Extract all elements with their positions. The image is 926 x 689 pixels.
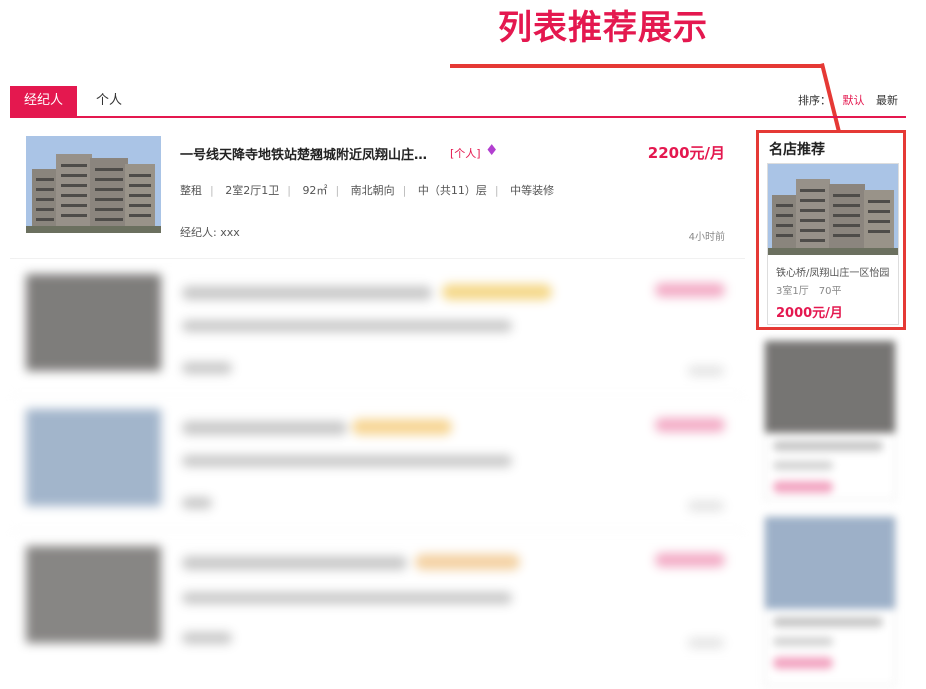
listing-price: 2200元/月 [647, 144, 725, 162]
meta-floor: 中（共11）层 [417, 184, 487, 197]
listing-item-blurred[interactable] [10, 397, 745, 532]
featured-listing-rooms: 3室1厅 [776, 286, 809, 297]
listing-tabs-bar: 经纪人 个人 排序： 默认 最新 [10, 86, 906, 118]
annotation-line [450, 64, 822, 68]
sort-newest[interactable]: 最新 [876, 94, 898, 107]
meta-rent-type: 整租 [180, 184, 202, 197]
tab-agent[interactable]: 经纪人 [10, 86, 78, 116]
page: 列表推荐展示 经纪人 个人 排序： 默认 最新 一号线天降寺地铁站楚翘城附近凤翔… [0, 0, 926, 689]
listing-photo [26, 409, 161, 506]
listing-title[interactable]: 一号线天降寺地铁站楚翘城附近凤翔山庄精装... [180, 144, 440, 163]
featured-listing-card[interactable]: 铁心桥/凤翔山庄一区怡园 3室1厅 70平 2000元/月 [767, 163, 899, 325]
listing-meta: 整租 | 2室2厅1卫 | 92㎡ | 南北朝向 | 中（共11）层 | 中等装修 [180, 184, 555, 197]
annotation-title: 列表推荐展示 [498, 8, 708, 48]
meta-decoration: 中等装修 [510, 184, 555, 197]
featured-listing-price: 2000元/月 [776, 306, 843, 321]
sort-options: 排序： 默认 最新 [798, 86, 898, 116]
listing-photo [26, 546, 161, 643]
listing-photo [26, 274, 161, 371]
meta-layout: 2室2厅1卫 [225, 184, 280, 197]
meta-area: 92㎡ [302, 184, 328, 197]
featured-store-title: 名店推荐 [769, 142, 825, 158]
featured-listing-name[interactable]: 铁心桥/凤翔山庄一区怡园 [776, 264, 896, 279]
featured-listing-info: 3室1厅 70平 [776, 282, 841, 297]
featured-listing-photo[interactable] [768, 164, 898, 255]
featured-store-panel: 名店推荐 铁心桥/凤翔山庄一区怡园 3室1厅 70平 2000元/月 [756, 130, 906, 330]
diamond-icon: ♦ [485, 141, 499, 159]
featured-listing-area: 70平 [818, 286, 842, 297]
featured-listing-card-blurred[interactable] [764, 516, 896, 686]
listing-personal-tag: [个人] [450, 147, 481, 160]
listing-item-blurred[interactable] [10, 262, 745, 397]
listing-item-blurred[interactable] [10, 534, 745, 669]
listing-time: 4小时前 [688, 232, 725, 243]
listing-photo[interactable] [26, 136, 161, 233]
meta-orientation: 南北朝向 [350, 184, 395, 197]
sort-default[interactable]: 默认 [843, 94, 865, 107]
tab-personal[interactable]: 个人 [82, 86, 136, 116]
listing-item[interactable]: 一号线天降寺地铁站楚翘城附近凤翔山庄精装... [个人] ♦ 2200元/月 整… [10, 124, 745, 259]
listing-agent: 经纪人: xxx [180, 226, 240, 239]
sort-label: 排序： [798, 94, 831, 107]
featured-listing-card-blurred[interactable] [764, 340, 896, 500]
